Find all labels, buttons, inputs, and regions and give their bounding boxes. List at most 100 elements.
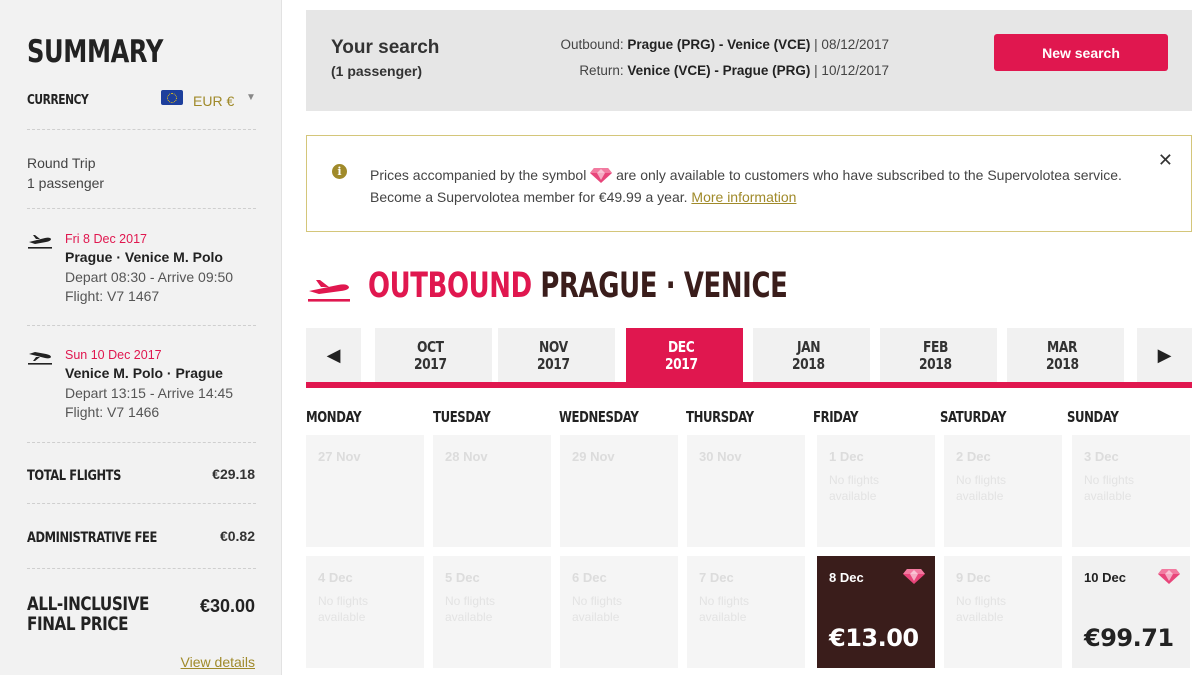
flight-times: Depart 13:15 - Arrive 14:45 — [65, 385, 234, 401]
day-label: 9 Dec — [956, 570, 991, 585]
month-tab-nov[interactable]: NOV 2017 — [498, 328, 615, 382]
month-tab-dec[interactable]: DEC 2017 — [626, 328, 743, 382]
weekday-thursday: THURSDAY — [686, 408, 754, 426]
final-price-value: €30.00 — [199, 596, 255, 616]
divider — [27, 442, 256, 443]
month-name: NOV — [538, 338, 568, 356]
summary-sidebar: SUMMARY CURRENCY EUR € ▼ Round Trip 1 pa… — [0, 0, 282, 675]
month-tab-feb[interactable]: FEB 2018 — [880, 328, 997, 382]
calendar-day-2-dec: 2 Dec No flights available — [944, 435, 1062, 547]
outbound-word: OUTBOUND — [368, 266, 532, 306]
calendar-day-9-dec: 9 Dec No flights available — [944, 556, 1062, 668]
calendar-day-27-nov: 27 Nov — [306, 435, 424, 547]
passenger-count: 1 passenger — [27, 175, 105, 191]
month-year: 2018 — [1045, 355, 1079, 373]
outbound-date: | 08/12/2017 — [814, 37, 889, 52]
more-information-link[interactable]: More information — [691, 189, 796, 205]
no-flights-text: No flights available — [699, 594, 750, 624]
day-label: 2 Dec — [956, 449, 991, 464]
month-navigation: ◀ OCT 2017 NOV 2017 DEC 2017 JAN 2018 FE… — [306, 328, 1192, 388]
month-nav-underline — [306, 382, 1192, 388]
month-tab-jan[interactable]: JAN 2018 — [753, 328, 870, 382]
day-label: 4 Dec — [318, 570, 353, 585]
flight-number: Flight: V7 1466 — [65, 404, 160, 420]
admin-fee-label: ADMINISTRATIVE FEE — [27, 530, 157, 546]
divider — [27, 208, 256, 209]
month-tab-oct[interactable]: OCT 2017 — [375, 328, 492, 382]
calendar-day-28-nov: 28 Nov — [433, 435, 551, 547]
month-name: OCT — [417, 338, 444, 356]
month-name: JAN — [797, 338, 821, 356]
view-details-link[interactable]: View details — [181, 654, 255, 670]
calendar-day-6-dec: 6 Dec No flights available — [560, 556, 678, 668]
calendar-day-30-nov: 30 Nov — [687, 435, 805, 547]
flight-date: Sun 10 Dec 2017 — [65, 348, 162, 362]
no-flights-text: No flights available — [1084, 473, 1135, 503]
eu-flag-icon — [161, 90, 183, 105]
supervolotea-diamond-icon — [903, 569, 925, 584]
month-year: 2017 — [413, 355, 447, 373]
chevron-down-icon[interactable]: ▼ — [246, 92, 256, 103]
calendar-day-10-dec[interactable]: 10 Dec €99.71 — [1072, 556, 1190, 668]
day-label: 27 Nov — [318, 449, 361, 464]
notice-text-before: Prices accompanied by the symbol — [370, 167, 587, 183]
weekday-monday: MONDAY — [306, 408, 362, 426]
calendar-day-4-dec: 4 Dec No flights available — [306, 556, 424, 668]
currency-select[interactable]: EUR € — [193, 93, 234, 109]
calendar-day-1-dec: 1 Dec No flights available — [817, 435, 935, 547]
flight-date: Fri 8 Dec 2017 — [65, 232, 147, 246]
fare-price: €13.00 — [829, 624, 919, 652]
weekday-sunday: SUNDAY — [1067, 408, 1119, 426]
divider — [27, 503, 256, 504]
search-summary-bar: Your search (1 passenger) Outbound: Prag… — [306, 10, 1192, 111]
month-name: DEC — [668, 338, 695, 356]
divider — [27, 325, 256, 326]
flight-number: Flight: V7 1467 — [65, 288, 160, 304]
close-icon[interactable]: ✕ — [1158, 150, 1173, 171]
search-passengers: (1 passenger) — [331, 63, 423, 79]
plane-takeoff-icon — [28, 235, 52, 249]
day-label: 5 Dec — [445, 570, 480, 585]
final-price-label-line1: ALL-INCLUSIVE — [27, 593, 150, 615]
day-label: 7 Dec — [699, 570, 734, 585]
calendar-day-5-dec: 5 Dec No flights available — [433, 556, 551, 668]
no-flights-text: No flights available — [572, 594, 623, 624]
outbound-heading: OUTBOUND PRAGUE · VENICE — [368, 266, 788, 306]
return-route: Venice (VCE) - Prague (PRG) — [627, 63, 811, 78]
month-name: MAR — [1047, 338, 1078, 356]
day-label: 29 Nov — [572, 449, 615, 464]
month-tab-mar[interactable]: MAR 2018 — [1007, 328, 1124, 382]
calendar-day-7-dec: 7 Dec No flights available — [687, 556, 805, 668]
no-flights-text: No flights available — [829, 473, 880, 503]
summary-title: SUMMARY — [27, 34, 163, 70]
flight-times: Depart 08:30 - Arrive 09:50 — [65, 269, 234, 285]
outbound-label: Outbound: — [560, 37, 624, 52]
supervolotea-diamond-icon — [590, 168, 613, 183]
month-year: 2017 — [664, 355, 698, 373]
outbound-route: PRAGUE · VENICE — [540, 266, 788, 306]
month-name: FEB — [923, 338, 949, 356]
search-title: Your search — [331, 37, 440, 58]
calendar-day-8-dec-selected[interactable]: 8 Dec €13.00 — [817, 556, 935, 668]
new-search-button[interactable]: New search — [994, 34, 1168, 71]
flight-route: Prague · Venice M. Polo — [65, 249, 223, 265]
total-flights-value: €29.18 — [212, 466, 255, 482]
plane-takeoff-icon — [308, 280, 350, 302]
info-icon: i — [332, 164, 347, 179]
day-label: 6 Dec — [572, 570, 607, 585]
final-price-label: ALL-INCLUSIVE FINAL PRICE — [27, 594, 149, 634]
day-label: 10 Dec — [1084, 570, 1126, 585]
month-year: 2017 — [536, 355, 570, 373]
trip-info: Round Trip 1 passenger — [27, 153, 104, 193]
no-flights-text: No flights available — [318, 594, 369, 624]
notice-text: Prices accompanied by the symbol are onl… — [370, 164, 1130, 208]
currency-label: CURRENCY — [27, 93, 89, 108]
no-flights-text: No flights available — [956, 473, 1007, 503]
weekday-wednesday: WEDNESDAY — [559, 408, 639, 426]
day-label: 30 Nov — [699, 449, 742, 464]
admin-fee-value: €0.82 — [219, 528, 255, 544]
weekday-friday: FRIDAY — [813, 408, 859, 426]
no-flights-text: No flights available — [445, 594, 496, 624]
previous-month-arrow-icon[interactable]: ◀ — [306, 328, 361, 382]
next-month-arrow-icon[interactable]: ▶ — [1137, 328, 1192, 382]
